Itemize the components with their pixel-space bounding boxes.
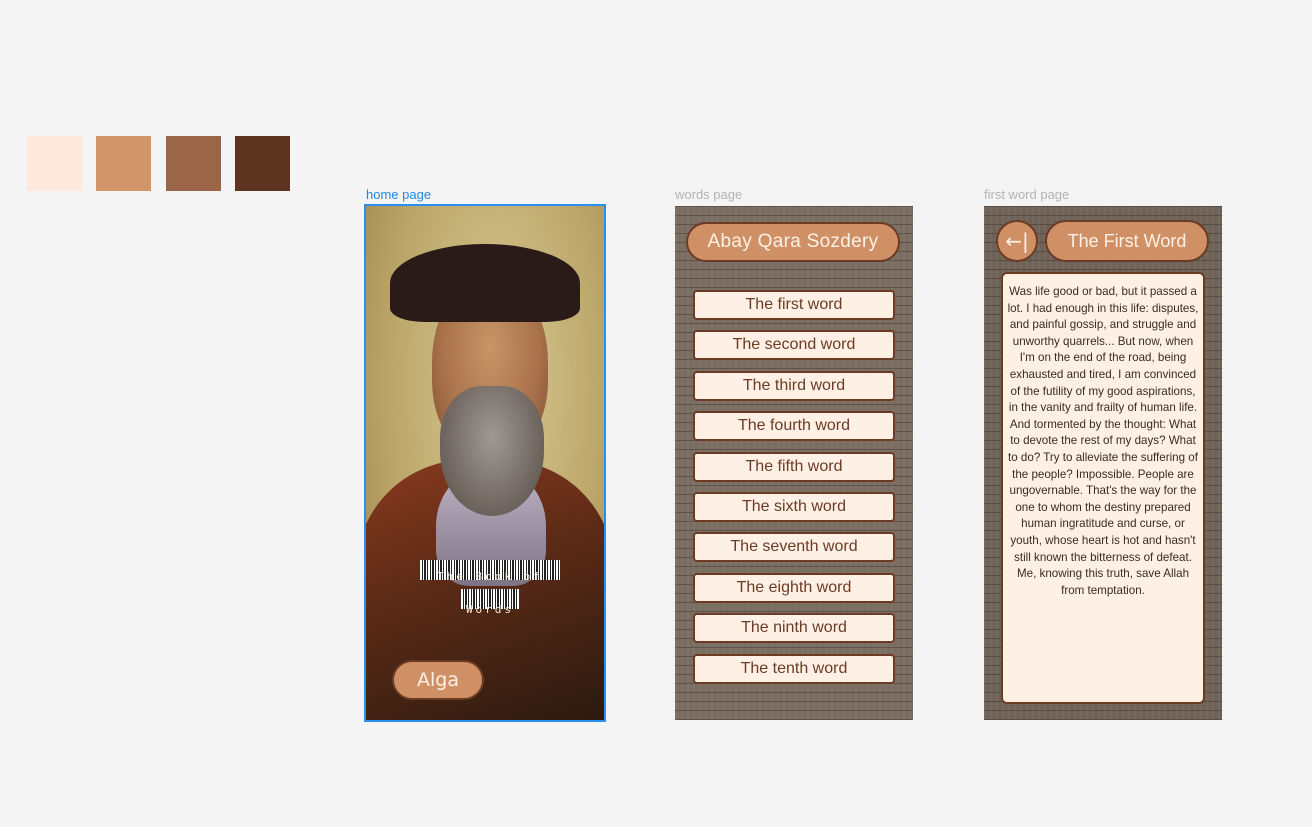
first-word-page-frame[interactable]: ←| The First Word Was life good or bad, … [984, 206, 1222, 720]
frame-label-words[interactable]: words page [675, 187, 742, 202]
word-item-7[interactable]: The seventh word [693, 532, 895, 563]
back-arrow-icon: ←| [1005, 229, 1029, 253]
word-item-8[interactable]: The eighth word [693, 572, 895, 603]
portrait-beard [440, 386, 544, 516]
portrait-cap [390, 244, 580, 322]
word-item-2[interactable]: The second word [693, 330, 895, 361]
word-title: The First Word [1045, 220, 1209, 262]
palette-swatch-3 [166, 136, 221, 191]
alga-button[interactable]: Alga [392, 660, 484, 700]
word-text: Was life good or bad, but it passed a lo… [1001, 272, 1205, 704]
palette-swatch-4 [235, 136, 290, 191]
word-item-9[interactable]: The ninth word [693, 613, 895, 644]
page-title: Abay Qara Sozdery [686, 222, 900, 262]
word-item-3[interactable]: The third word [693, 370, 895, 401]
words-page-frame[interactable]: Abay Qara Sozdery The first word The sec… [675, 206, 913, 720]
word-item-1[interactable]: The first word [693, 290, 895, 320]
back-button[interactable]: ←| [996, 220, 1038, 262]
frame-label-first-word[interactable]: first word page [984, 187, 1069, 202]
word-item-10[interactable]: The tenth word [693, 653, 895, 684]
word-item-4[interactable]: The fourth word [693, 411, 895, 442]
palette-swatch-2 [96, 136, 151, 191]
frame-label-home[interactable]: home page [366, 187, 431, 202]
word-item-6[interactable]: The sixth word [693, 491, 895, 522]
book-barcode-logo: The Book of Words [420, 560, 560, 616]
palette-swatch-1 [27, 136, 82, 191]
book-title-line2: Words [465, 603, 515, 616]
word-list: The first word The second word The third… [693, 290, 895, 694]
book-title-line1: The Book of [437, 570, 543, 583]
home-page-frame[interactable]: The Book of Words Alga [364, 204, 606, 722]
word-item-5[interactable]: The fifth word [693, 451, 895, 482]
